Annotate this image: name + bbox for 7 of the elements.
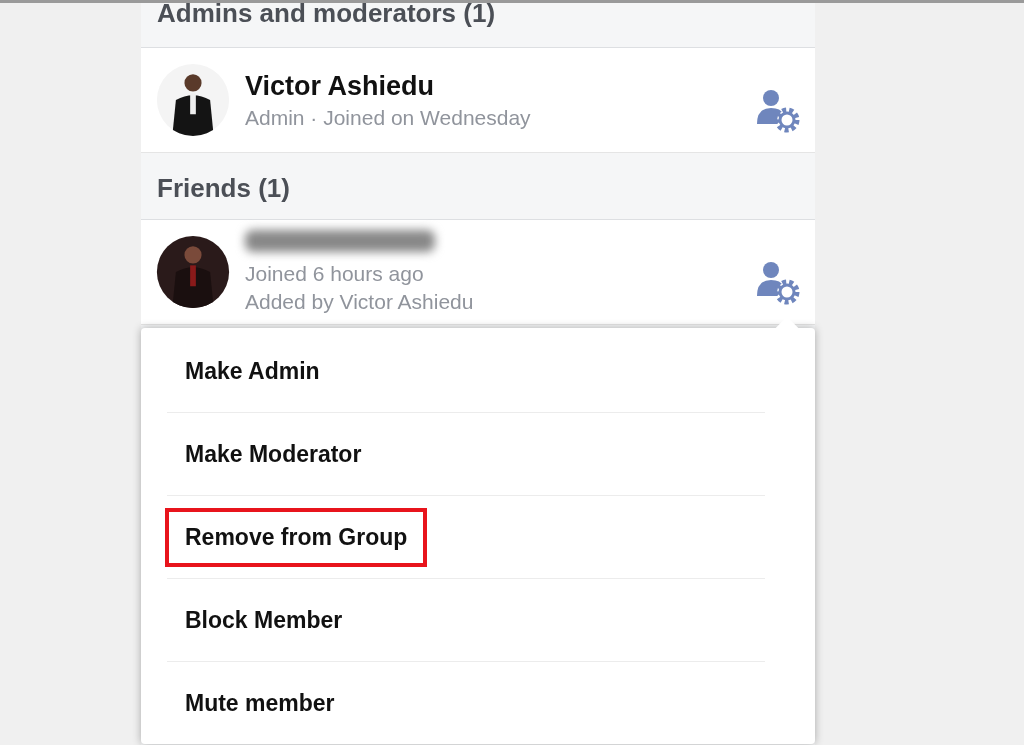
menu-item[interactable]: Remove from Group <box>165 507 428 567</box>
member-name: Victor Ashiedu <box>245 70 436 102</box>
member-detail: Added by Victor Ashiedu <box>245 290 475 314</box>
member-detail: Joined 6 hours ago <box>245 262 425 286</box>
member-detail: Admin · Joined on Wednesday <box>245 105 532 130</box>
section-heading: Admins and moderators (1) <box>157 3 496 29</box>
section-heading: Friends (1) <box>157 172 290 204</box>
